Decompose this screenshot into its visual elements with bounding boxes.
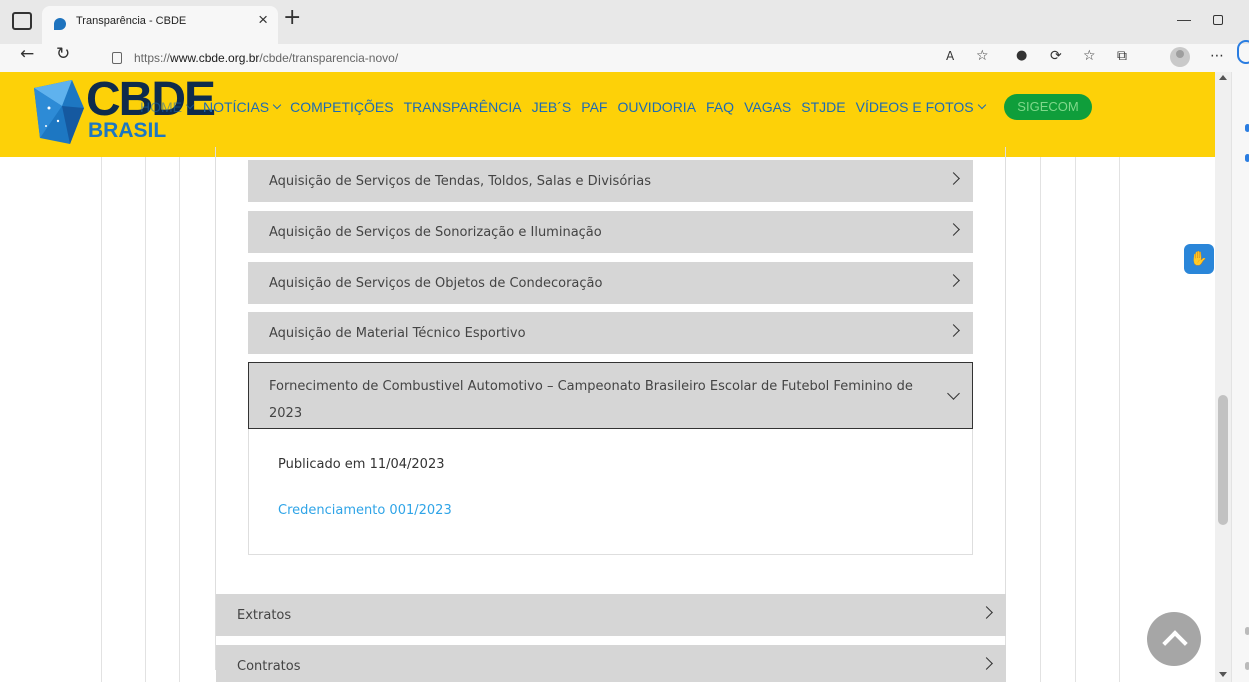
column-divider bbox=[179, 157, 180, 682]
nav-item-ouvidoria[interactable]: OUVIDORIA bbox=[617, 99, 696, 115]
profile-avatar[interactable] bbox=[1170, 47, 1190, 67]
address-bar: ← ↻ https://www.cbde.org.br/cbde/transpa… bbox=[0, 44, 1249, 72]
chevron-down-icon bbox=[272, 100, 282, 110]
nav-item-home[interactable]: HOME bbox=[140, 99, 195, 115]
column-divider bbox=[145, 157, 146, 682]
collections-icon[interactable]: ⧉ bbox=[1117, 49, 1127, 63]
tab-actions-icon[interactable] bbox=[12, 12, 32, 30]
chevron-down-icon bbox=[977, 100, 986, 110]
url-text: https://www.cbde.org.br/cbde/transparenc… bbox=[134, 51, 399, 65]
sigecom-button[interactable]: SIGECOM bbox=[1004, 94, 1092, 120]
accordion-item[interactable]: Aquisição de Serviços de Objetos de Cond… bbox=[248, 262, 973, 304]
column-divider bbox=[1119, 157, 1120, 682]
accordion-item-label: Aquisição de Serviços de Objetos de Cond… bbox=[269, 276, 603, 291]
extensions-puzzle-icon[interactable]: ⟳ bbox=[1050, 49, 1062, 63]
copilot-icon[interactable] bbox=[1237, 40, 1249, 64]
nav-item-vagas[interactable]: VAGAS bbox=[744, 99, 791, 115]
accordion-item-label: Aquisição de Material Técnico Esportivo bbox=[269, 326, 526, 341]
new-tab-icon[interactable]: + bbox=[283, 7, 301, 29]
column-divider bbox=[1040, 157, 1041, 682]
refresh-icon[interactable]: ↻ bbox=[56, 46, 70, 63]
logo-subtitle: BRASIL bbox=[88, 119, 167, 142]
section-contratos[interactable]: Contratos bbox=[216, 645, 1006, 682]
chevron-down-icon bbox=[947, 387, 960, 400]
chevron-right-icon bbox=[947, 274, 960, 287]
chevron-down-icon bbox=[185, 100, 195, 110]
more-options-icon[interactable]: ⋯ bbox=[1210, 49, 1224, 63]
accordion-item-open[interactable]: Fornecimento de Combustivel Automotivo –… bbox=[248, 362, 973, 429]
chevron-right-icon bbox=[947, 324, 960, 337]
column-divider bbox=[1075, 157, 1076, 682]
column-divider bbox=[101, 157, 102, 682]
accordion-item-label: Aquisição de Serviços de Sonorização e I… bbox=[269, 225, 602, 240]
cbde-favicon-icon bbox=[54, 18, 66, 30]
nav-item-competicoes[interactable]: COMPETIÇÕES bbox=[290, 99, 393, 115]
accordion-item[interactable]: Aquisição de Material Técnico Esportivo bbox=[248, 312, 973, 354]
published-date: Publicado em 11/04/2023 bbox=[278, 457, 445, 472]
chevron-right-icon bbox=[980, 606, 993, 619]
site-info-icon[interactable] bbox=[112, 52, 122, 64]
page-viewport: CBDE BRASIL HOME NOTÍCIAS COMPETIÇÕES TR… bbox=[0, 72, 1215, 682]
tab-title: Transparência - CBDE bbox=[76, 15, 187, 27]
sidebar-app-icon[interactable] bbox=[1245, 124, 1249, 132]
site-header: CBDE BRASIL HOME NOTÍCIAS COMPETIÇÕES TR… bbox=[0, 72, 1215, 157]
browser-tab[interactable]: Transparência - CBDE × bbox=[42, 6, 278, 44]
cbde-logo-icon[interactable] bbox=[32, 78, 86, 148]
favorite-star-icon[interactable]: ☆ bbox=[976, 49, 989, 63]
accordion-item[interactable]: Aquisição de Serviços de Sonorização e I… bbox=[248, 211, 973, 253]
minimize-window-icon[interactable]: — bbox=[1177, 11, 1191, 27]
nav-item-faq[interactable]: FAQ bbox=[706, 99, 734, 115]
nav-item-transparencia[interactable]: TRANSPARÊNCIA bbox=[404, 99, 522, 115]
section-extratos[interactable]: Extratos bbox=[216, 594, 1006, 636]
section-label: Contratos bbox=[237, 659, 301, 674]
maximize-window-icon[interactable] bbox=[1213, 15, 1223, 25]
tab-close-icon[interactable]: × bbox=[258, 11, 268, 28]
accordion-item[interactable]: Aquisição de Serviços de Tendas, Toldos,… bbox=[248, 160, 973, 202]
accordion-body: Publicado em 11/04/2023 Credenciamento 0… bbox=[248, 429, 973, 555]
scrollbar-thumb[interactable] bbox=[1218, 395, 1228, 525]
scroll-to-top-button[interactable] bbox=[1147, 612, 1201, 666]
nav-item-videos-fotos[interactable]: VÍDEOS E FOTOS bbox=[856, 99, 986, 115]
sidebar-app-icon[interactable] bbox=[1245, 662, 1249, 670]
section-label: Extratos bbox=[237, 608, 292, 623]
accordion-item-label: Aquisição de Serviços de Tendas, Toldos,… bbox=[269, 174, 651, 189]
page-scrollbar[interactable] bbox=[1215, 72, 1231, 682]
read-aloud-icon[interactable]: A bbox=[946, 50, 954, 62]
sidebar-app-icon[interactable] bbox=[1245, 627, 1249, 635]
nav-item-noticias[interactable]: NOTÍCIAS bbox=[203, 99, 282, 115]
chevron-right-icon bbox=[980, 657, 993, 670]
scroll-down-arrow-icon[interactable] bbox=[1219, 672, 1227, 677]
nav-item-jebs[interactable]: JEB´S bbox=[532, 99, 572, 115]
favorites-icon[interactable]: ☆ bbox=[1083, 49, 1096, 63]
chevron-right-icon bbox=[947, 223, 960, 236]
extension-icon[interactable]: ● bbox=[1016, 49, 1027, 62]
url-field[interactable]: https://www.cbde.org.br/cbde/transparenc… bbox=[92, 46, 980, 70]
credenciamento-link[interactable]: Credenciamento 001/2023 bbox=[278, 503, 452, 518]
accordion-item-label: Fornecimento de Combustivel Automotivo –… bbox=[269, 379, 913, 421]
nav-item-paf[interactable]: PAF bbox=[581, 99, 607, 115]
back-icon[interactable]: ← bbox=[20, 46, 34, 63]
nav-item-stjde[interactable]: STJDE bbox=[801, 99, 845, 115]
page-content: Aquisição de Serviços de Tendas, Toldos,… bbox=[0, 147, 1215, 682]
chevron-right-icon bbox=[947, 172, 960, 185]
browser-tab-bar: Transparência - CBDE × + — bbox=[0, 0, 1249, 44]
main-nav: HOME NOTÍCIAS COMPETIÇÕES TRANSPARÊNCIA … bbox=[140, 97, 995, 117]
sidebar-app-icon[interactable] bbox=[1245, 154, 1249, 162]
edge-sidebar bbox=[1231, 72, 1249, 682]
accessibility-hands-icon[interactable]: ✋ bbox=[1184, 244, 1214, 274]
scroll-up-arrow-icon[interactable] bbox=[1219, 75, 1227, 80]
